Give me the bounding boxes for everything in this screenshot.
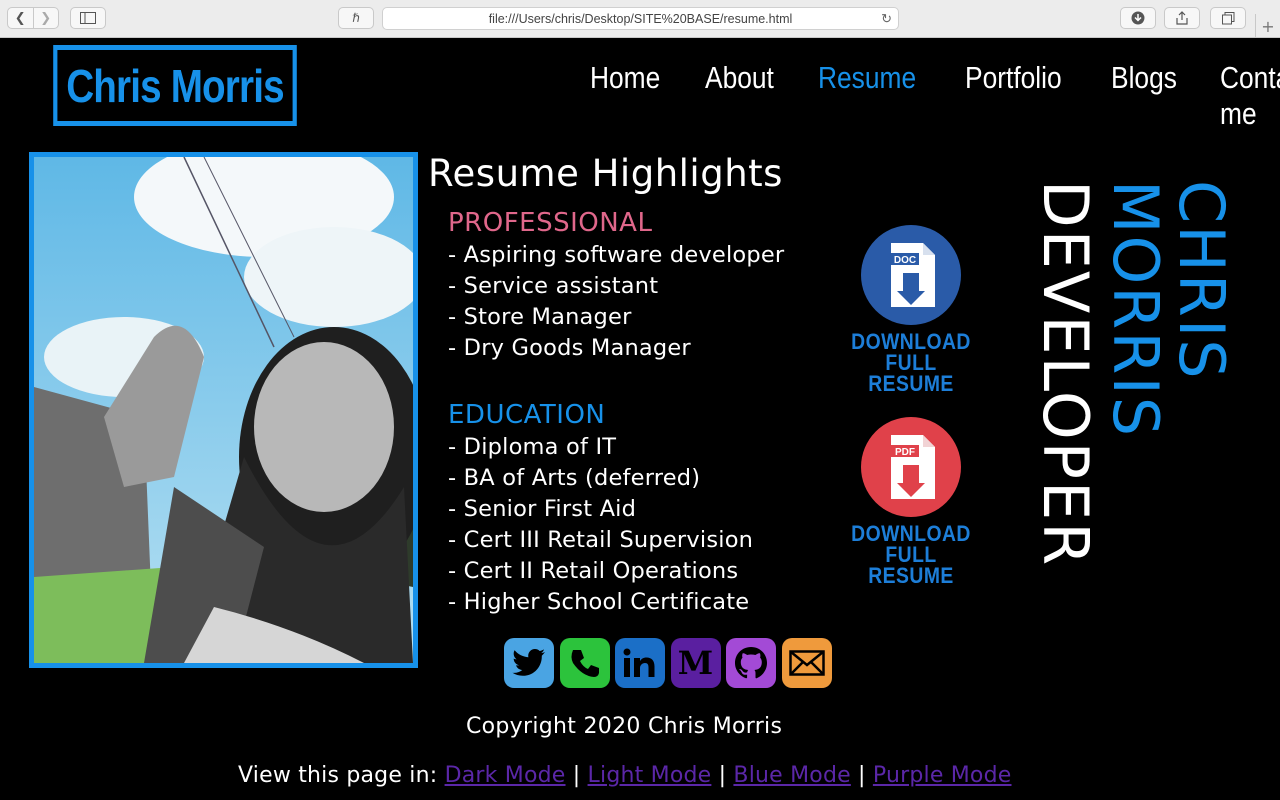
download-pdf-button[interactable]: PDF DOWNLOAD FULL RESUME (841, 417, 981, 588)
tabs-icon (1221, 11, 1234, 24)
list-item: - Service assistant (448, 273, 659, 299)
browser-toolbar: ❮ ❯ ℏ file:///Users/chris/Desktop/SITE%2… (0, 0, 1280, 38)
view-label: View this page in: (238, 763, 438, 788)
doc-file-icon: DOC (861, 225, 961, 325)
share-button[interactable] (1164, 7, 1200, 29)
profile-photo-illustration (34, 157, 413, 663)
downloads-button[interactable] (1120, 7, 1156, 29)
back-button[interactable]: ❮ (8, 8, 33, 28)
copyright-text: Copyright 2020 Chris Morris (466, 714, 783, 739)
education-section: EDUCATION - Diploma of IT - BA of Arts (… (448, 400, 753, 618)
nav-resume[interactable]: Resume (818, 60, 916, 132)
download-doc-label: DOWNLOAD FULL RESUME (851, 329, 971, 396)
dark-mode-link[interactable]: Dark Mode (445, 763, 566, 788)
education-title: EDUCATION (448, 400, 606, 430)
nav-contact-me[interactable]: Contact me (1220, 60, 1280, 132)
nav-blogs[interactable]: Blogs (1111, 60, 1177, 132)
nav-about[interactable]: About (705, 60, 774, 132)
svg-text:PDF: PDF (895, 447, 915, 458)
list-item: - Cert III Retail Supervision (448, 527, 754, 553)
blue-mode-link[interactable]: Blue Mode (733, 763, 850, 788)
github-icon[interactable] (726, 638, 776, 688)
list-item: - BA of Arts (deferred) (448, 465, 701, 491)
phone-icon[interactable] (559, 638, 610, 688)
list-item: - Store Manager (448, 304, 632, 330)
share-icon (1176, 11, 1188, 25)
profile-photo (29, 152, 418, 668)
social-links: M (504, 638, 837, 688)
plus-icon: + (1261, 16, 1275, 36)
sidebar-icon (80, 12, 96, 24)
pdf-file-icon: PDF (861, 417, 961, 517)
email-icon[interactable] (781, 638, 832, 688)
theme-switcher: View this page in: Dark Mode | Light Mod… (238, 763, 1012, 788)
resume-heading: Resume Highlights (428, 152, 783, 195)
purple-mode-link[interactable]: Purple Mode (873, 763, 1012, 788)
page-content: Chris Morris Home About Resume Portfolio… (0, 38, 1280, 800)
main-nav: Home About Resume Portfolio Blogs Contac… (590, 60, 1280, 132)
twitter-icon[interactable] (504, 638, 554, 688)
vertical-first-name: CHRIS (1165, 180, 1238, 381)
tabs-overview-button[interactable] (1210, 7, 1246, 29)
extension-icon: ℏ (352, 11, 360, 25)
separator: | (858, 763, 866, 788)
separator: | (718, 763, 727, 788)
new-tab-button[interactable]: + (1255, 14, 1280, 38)
professional-section: PROFESSIONAL - Aspiring software develop… (448, 208, 784, 364)
professional-title: PROFESSIONAL (448, 208, 653, 238)
list-item: - Cert II Retail Operations (448, 558, 739, 584)
sidebar-toggle-button[interactable] (70, 7, 106, 29)
url-text: file:///Users/chris/Desktop/SITE%20BASE/… (488, 11, 793, 26)
vertical-last-name: MORRIS (1099, 180, 1172, 439)
list-item: - Senior First Aid (448, 496, 637, 522)
download-icon (1131, 11, 1145, 25)
history-buttons: ❮ ❯ (7, 7, 59, 29)
download-doc-button[interactable]: DOC DOWNLOAD FULL RESUME (841, 225, 981, 396)
light-mode-link[interactable]: Light Mode (588, 763, 712, 788)
download-pdf-label: DOWNLOAD FULL RESUME (851, 521, 971, 588)
address-bar[interactable]: file:///Users/chris/Desktop/SITE%20BASE/… (382, 7, 899, 30)
medium-icon[interactable]: M (670, 638, 721, 688)
site-logo[interactable]: Chris Morris (53, 45, 297, 126)
svg-text:DOC: DOC (894, 255, 916, 266)
nav-portfolio[interactable]: Portfolio (965, 60, 1062, 132)
forward-button[interactable]: ❯ (32, 8, 59, 28)
list-item: - Aspiring software developer (448, 242, 785, 268)
reload-icon[interactable]: ↻ (881, 11, 892, 27)
separator: | (572, 763, 581, 788)
extension-button[interactable]: ℏ (338, 7, 374, 29)
vertical-role: DEVELOPER (1029, 180, 1102, 568)
linkedin-icon[interactable] (615, 638, 665, 688)
list-item: - Diploma of IT (448, 434, 617, 460)
list-item: - Dry Goods Manager (448, 335, 691, 361)
nav-home[interactable]: Home (590, 60, 660, 132)
list-item: - Higher School Certificate (448, 589, 750, 615)
